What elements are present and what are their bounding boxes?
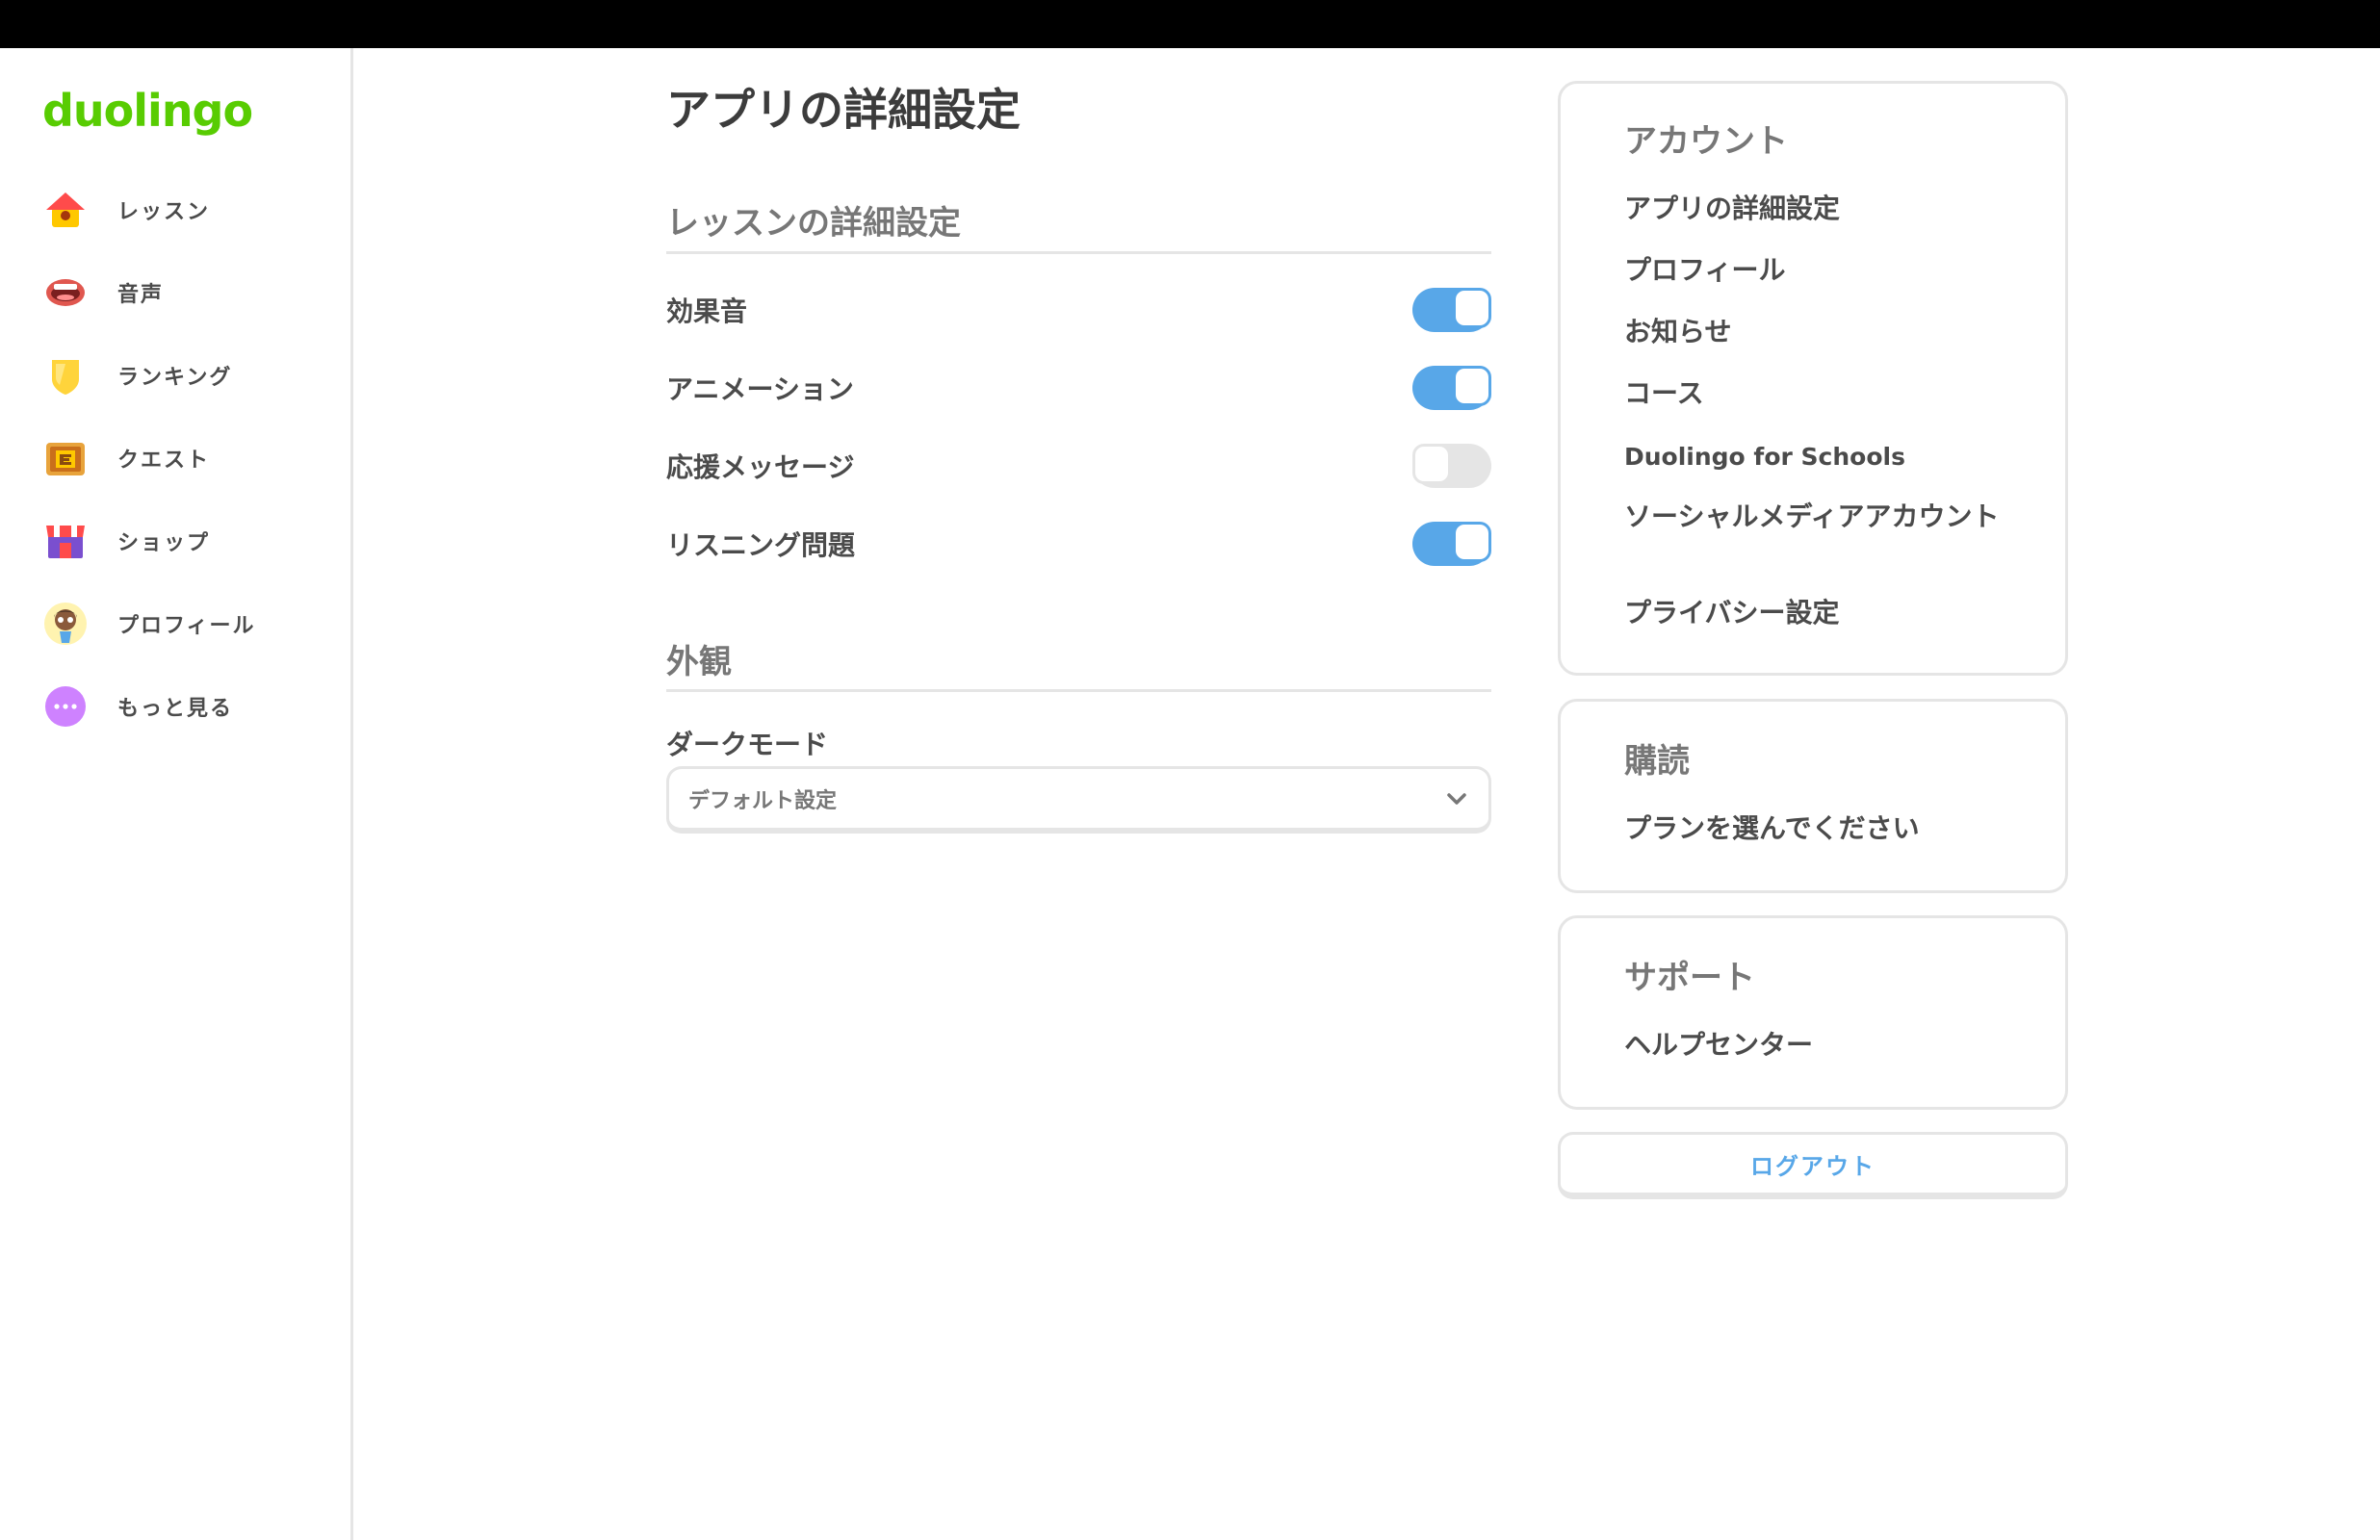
account-link-courses[interactable]: コース — [1624, 376, 2029, 411]
dark-mode-selected-value: デフォルト設定 — [688, 788, 838, 813]
account-card-title: アカウント — [1624, 122, 1788, 161]
sidebar-item-lessons[interactable]: レッスン — [42, 181, 331, 239]
duolingo-logo[interactable]: duolingo — [42, 85, 253, 137]
toggle-row-motivational-messages: 応援メッセージ — [666, 437, 1491, 495]
more-icon — [45, 686, 86, 727]
toggle-label: 効果音 — [666, 295, 748, 327]
toggle-label: アニメーション — [666, 373, 854, 405]
sound-effects-toggle[interactable] — [1412, 288, 1491, 332]
shield-icon — [52, 360, 79, 395]
mouth-icon — [46, 279, 85, 306]
account-link-notifications[interactable]: お知らせ — [1624, 315, 2029, 349]
sidebar-item-label: レッスン — [117, 200, 211, 224]
sidebar-item-leaderboard[interactable]: ランキング — [42, 346, 331, 404]
home-icon — [46, 192, 85, 227]
logout-button[interactable]: ログアウト — [1558, 1132, 2068, 1199]
listening-exercises-toggle[interactable] — [1412, 522, 1491, 566]
toggle-row-sound-effects: 効果音 — [666, 281, 1491, 339]
support-card-title: サポート — [1624, 959, 1755, 997]
toggle-row-listening-exercises: リスニング問題 — [666, 515, 1491, 573]
shop-icon — [46, 526, 85, 558]
sidebar-item-quests[interactable]: クエスト — [42, 429, 331, 487]
account-link-app-settings[interactable]: アプリの詳細設定 — [1624, 192, 2029, 226]
sidebar-item-label: もっと見る — [117, 697, 234, 721]
sidebar-item-audio[interactable]: 音声 — [42, 264, 331, 321]
sidebar-item-label: ランキング — [117, 366, 233, 390]
motivational-messages-toggle[interactable] — [1412, 444, 1491, 488]
toggle-label: 応援メッセージ — [666, 451, 855, 483]
support-link-help-center[interactable]: ヘルプセンター — [1624, 1028, 2029, 1063]
appearance-heading: 外観 — [666, 643, 732, 681]
account-link-duolingo-for-schools[interactable]: Duolingo for Schools — [1624, 440, 2029, 475]
treasure-chest-icon — [46, 443, 85, 475]
subscription-card: 購読 プランを選んでください — [1558, 699, 2068, 893]
account-link-profile[interactable]: プロフィール — [1624, 253, 2029, 288]
toggle-knob — [1453, 522, 1491, 562]
sidebar-item-label: ショップ — [117, 531, 211, 555]
section-divider — [666, 251, 1491, 254]
dark-mode-label: ダークモード — [666, 729, 829, 760]
sidebar-item-profile[interactable]: プロフィール — [42, 595, 331, 653]
toggle-knob — [1453, 288, 1491, 328]
chevron-down-icon — [1447, 792, 1466, 805]
support-card: サポート ヘルプセンター — [1558, 915, 2068, 1110]
section-divider — [666, 689, 1491, 692]
sidebar-item-label: 音声 — [117, 283, 165, 307]
subscription-link-choose-plan[interactable]: プランを選んでください — [1624, 811, 2029, 846]
animations-toggle[interactable] — [1412, 366, 1491, 410]
page-title: アプリの詳細設定 — [666, 84, 1021, 136]
browser-top-bar — [0, 0, 2380, 48]
sidebar-item-more[interactable]: もっと見る — [42, 678, 331, 735]
account-card: アカウント アプリの詳細設定 プロフィール お知らせ コース Duolingo … — [1558, 81, 2068, 676]
account-link-social-accounts[interactable]: ソーシャルメディアアカウント — [1624, 500, 2009, 534]
sidebar-item-shop[interactable]: ショップ — [42, 512, 331, 570]
toggle-row-animations: アニメーション — [666, 359, 1491, 417]
avatar-icon — [44, 603, 87, 645]
account-link-privacy-settings[interactable]: プライバシー設定 — [1624, 596, 2029, 630]
toggle-label: リスニング問題 — [666, 529, 856, 561]
toggle-knob — [1412, 444, 1451, 484]
dark-mode-select[interactable]: デフォルト設定 — [666, 766, 1491, 834]
sidebar: duolingo レッスン 音声 ランキング クエスト ショップ プロフィール … — [0, 48, 353, 1540]
lesson-settings-heading: レッスンの詳細設定 — [666, 204, 961, 243]
sidebar-item-label: クエスト — [117, 449, 211, 473]
sidebar-item-label: プロフィール — [117, 614, 256, 638]
subscription-card-title: 購読 — [1624, 742, 1690, 781]
toggle-knob — [1453, 366, 1491, 406]
